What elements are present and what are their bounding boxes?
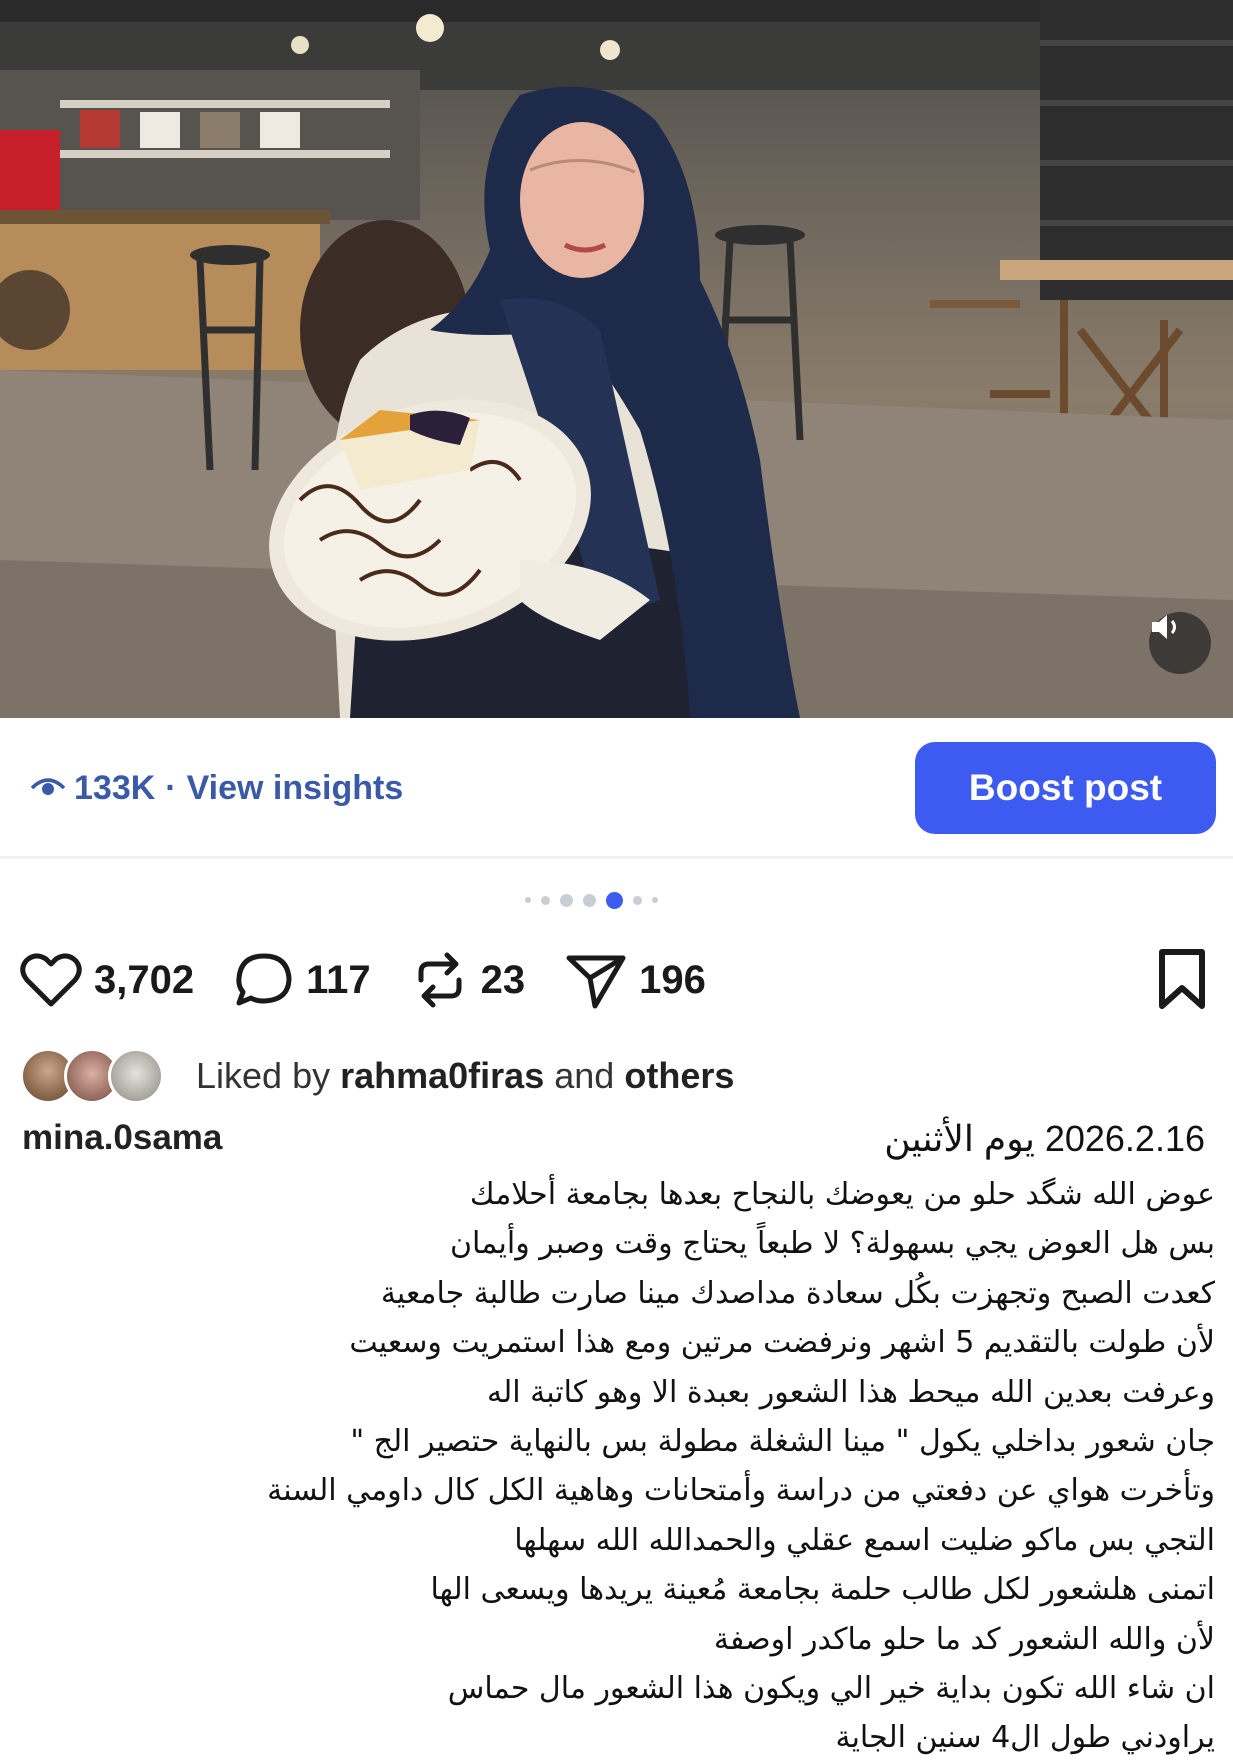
caption-line: كعدت الصبح وتجهزت بكُل سعادة مداصدك مينا… xyxy=(380,1275,1215,1311)
bookmark-icon xyxy=(1159,949,1205,1009)
likes-count: 3,702 xyxy=(94,957,195,1002)
post-caption: عوض الله شگد حلو من يعوضك بالنجاح بعدها … xyxy=(15,1170,1215,1763)
speaker-icon xyxy=(1152,615,1176,639)
photo-illustration xyxy=(0,0,1233,718)
repost-button[interactable]: 23 xyxy=(411,950,526,1010)
reposts-count: 23 xyxy=(480,957,526,1002)
caption-line: ان شاء الله تكون بداية خير الي ويكون هذا… xyxy=(447,1671,1215,1707)
carousel-dot xyxy=(525,897,531,903)
caption-line: جان شعور بداخلي يكول " مينا الشغلة مطولة… xyxy=(350,1424,1215,1460)
like-button[interactable]: 3,702 xyxy=(20,952,194,1008)
comment-button[interactable]: 117 xyxy=(234,951,371,1009)
liked-by-prefix: Liked by xyxy=(196,1055,331,1096)
caption-line: يراودني طول ال4 سنين الجاية xyxy=(835,1720,1216,1756)
liker-avatars xyxy=(20,1048,168,1104)
save-button[interactable] xyxy=(1156,948,1208,1015)
post-media-photo[interactable] xyxy=(0,0,1233,718)
carousel-dot-active xyxy=(606,891,623,909)
liked-by-middle: and xyxy=(554,1055,615,1096)
comment-bubble-icon xyxy=(236,953,292,1006)
view-insights-label: View insights xyxy=(186,768,404,807)
caption-line: وعرفت بعدين الله ميحط هذا الشعور بعبدة ا… xyxy=(487,1374,1215,1410)
carousel-dot xyxy=(541,895,550,905)
carousel-dot xyxy=(633,895,642,905)
caption-line: اتمنى هلشعور لكل طالب حلمة بجامعة مُعينة… xyxy=(430,1572,1215,1608)
share-button[interactable]: 196 xyxy=(565,950,706,1010)
boost-post-button[interactable]: Boost post xyxy=(915,742,1216,834)
caption-line: لأن طولت بالتقديم 5 اشهر ونرفضت مرتين وم… xyxy=(349,1325,1215,1361)
shares-count: 196 xyxy=(639,957,706,1002)
sound-toggle-button[interactable] xyxy=(1149,612,1211,674)
liked-by-text: Liked by rahma0firas and others xyxy=(196,1055,734,1097)
caption-line: لأن والله الشعور كد ما حلو ماكدر اوصفة xyxy=(713,1621,1215,1657)
caption-line: وتأخرت هواي عن دفعتي من دراسة وأمتحانات … xyxy=(267,1473,1215,1509)
avatar xyxy=(108,1048,164,1104)
caption-line: بس هل العوض يجي بسهولة؟ لا طبعاً يحتاج و… xyxy=(450,1226,1215,1262)
heart-icon xyxy=(20,953,82,1007)
carousel-pagination xyxy=(525,890,658,910)
carousel-dot xyxy=(652,897,658,903)
caption-line: التجي بس ماكو ضليت اسمع عقلي والحمدالله … xyxy=(514,1522,1215,1558)
liked-by-others[interactable]: others xyxy=(624,1055,734,1096)
views-count: 133K xyxy=(74,768,156,807)
carousel-dot xyxy=(560,893,573,907)
caption-line: عوض الله شگد حلو من يعوضك بالنجاح بعدها … xyxy=(469,1177,1215,1212)
post-author-username[interactable]: mina.0sama xyxy=(22,1118,222,1158)
post-actions-row: 3,702 117 23 196 xyxy=(20,945,746,1015)
repost-arrows-icon xyxy=(418,952,462,1008)
caption-date: 2026.2.16 يوم الأثنين xyxy=(884,1118,1205,1159)
carousel-dot xyxy=(583,893,596,907)
send-paper-plane-icon xyxy=(566,955,626,1009)
liked-by-row[interactable]: Liked by rahma0firas and others xyxy=(20,1048,734,1104)
eye-icon xyxy=(30,778,66,795)
liked-by-user[interactable]: rahma0firas xyxy=(340,1055,544,1096)
comments-count: 117 xyxy=(306,957,371,1002)
view-insights-link[interactable]: 133K · View insights xyxy=(30,768,403,808)
separator-dot: · xyxy=(165,768,177,807)
